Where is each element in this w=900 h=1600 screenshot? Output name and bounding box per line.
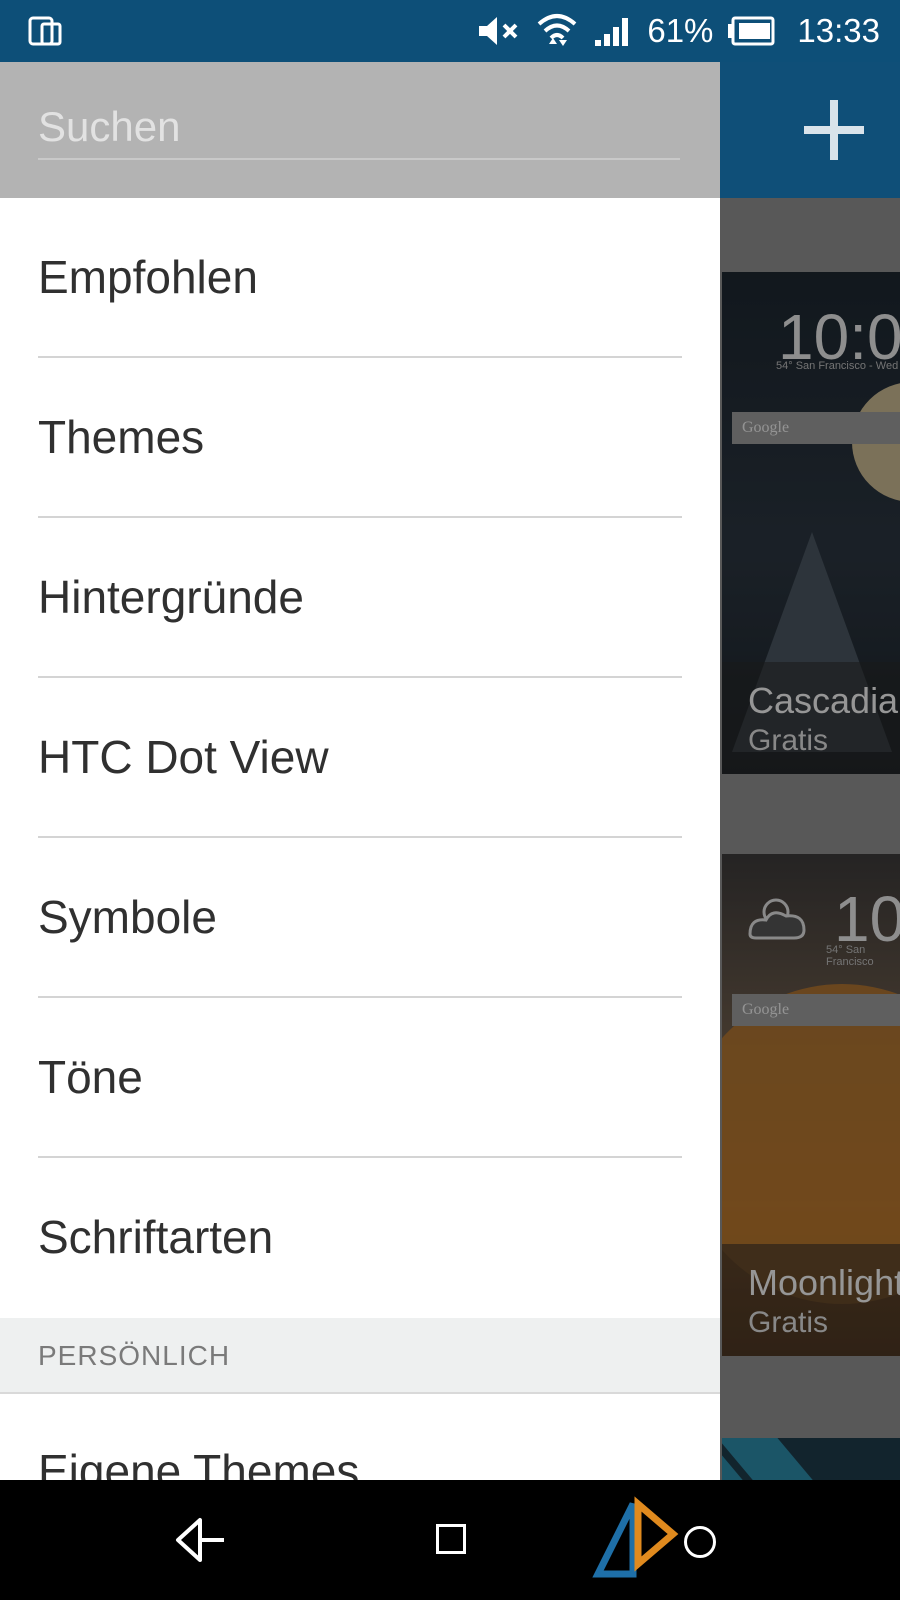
menu-item-schriftarten[interactable]: Schriftarten [0,1158,720,1318]
section-header-label: PERSÖNLICH [38,1340,231,1371]
menu-item-label: Hintergründe [38,571,304,623]
signal-icon [595,18,629,46]
home-icon [436,1524,466,1554]
screen-share-icon [28,16,62,46]
system-navigation-bar [0,1480,900,1600]
search-header [0,62,720,198]
menu-item-label: Töne [38,1051,143,1103]
status-bar: 61% 13:33 [0,0,900,62]
clock-time: 13:33 [797,12,880,49]
menu-item-hintergruende[interactable]: Hintergründe [0,518,720,678]
recent-apps-button[interactable] [668,1510,728,1570]
dim-overlay [720,198,900,1480]
menu-item-symbole[interactable]: Symbole [0,838,720,998]
navigation-drawer: Empfohlen Themes Hintergründe HTC Dot Vi… [0,62,720,1480]
back-icon[interactable] [170,1510,230,1570]
section-header-persoenlich: PERSÖNLICH [0,1318,720,1394]
menu-item-htc-dot-view[interactable]: HTC Dot View [0,678,720,838]
search-input[interactable] [38,96,680,160]
menu-item-toene[interactable]: Töne [0,998,720,1158]
menu-item-label: Schriftarten [38,1211,274,1263]
menu-item-eigene-themes[interactable]: Eigene Themes [38,1444,359,1480]
menu-item-empfohlen[interactable]: Empfohlen [0,198,720,358]
add-icon[interactable] [796,92,872,168]
drawer-menu: Empfohlen Themes Hintergründe HTC Dot Vi… [0,198,720,1318]
menu-item-label: Themes [38,411,205,463]
battery-icon [728,16,775,46]
wifi-icon [538,14,577,46]
menu-item-label: Empfohlen [38,251,258,303]
home-button[interactable] [420,1510,480,1570]
recent-apps-icon [684,1526,716,1558]
menu-item-label: Symbole [38,891,217,943]
menu-item-themes[interactable]: Themes [0,358,720,518]
muted-icon [479,17,518,45]
background-header [720,62,900,198]
menu-item-label: HTC Dot View [38,731,329,783]
battery-percent: 61% [647,12,714,49]
